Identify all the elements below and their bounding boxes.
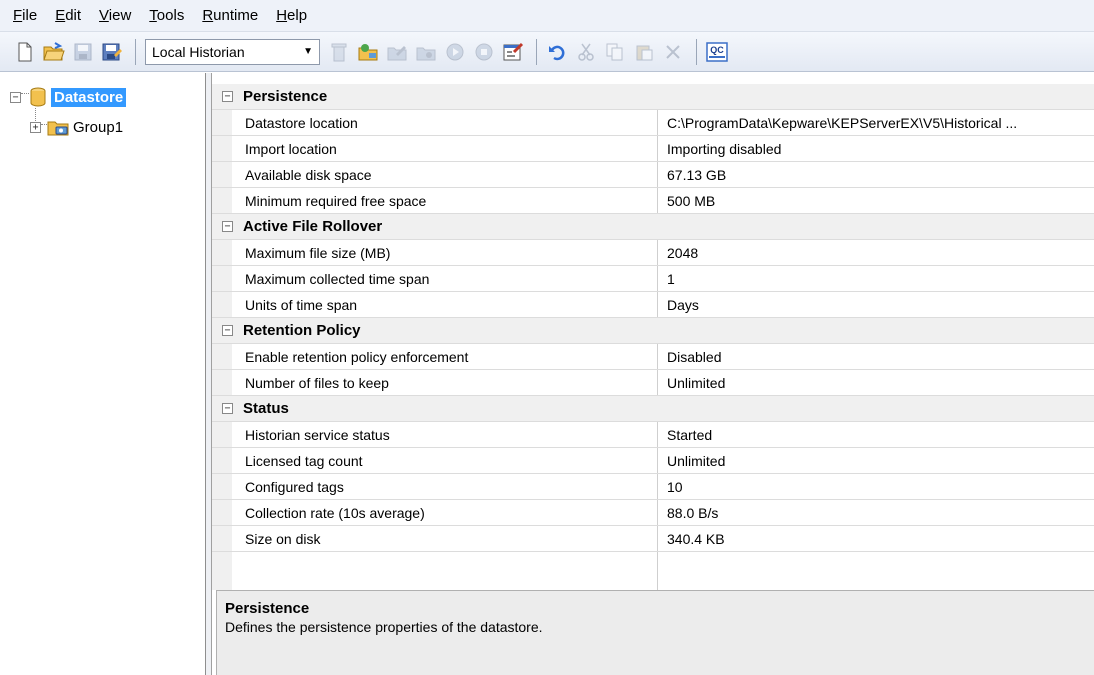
property-value[interactable]: Importing disabled bbox=[658, 136, 1094, 161]
property-value[interactable]: 340.4 KB bbox=[658, 526, 1094, 551]
property-row[interactable]: Collection rate (10s average) 88.0 B/s bbox=[212, 500, 1094, 526]
menu-runtime[interactable]: Runtime bbox=[193, 7, 267, 24]
property-row[interactable]: Configured tags 10 bbox=[212, 474, 1094, 500]
property-name: Minimum required free space bbox=[232, 188, 658, 213]
property-row[interactable]: Datastore location C:\ProgramData\Kepware… bbox=[212, 110, 1094, 136]
category-persistence[interactable]: − Persistence bbox=[212, 84, 1094, 110]
paste-icon[interactable] bbox=[631, 39, 657, 65]
stop-icon[interactable] bbox=[471, 39, 497, 65]
tree-label-datastore[interactable]: Datastore bbox=[51, 87, 127, 107]
save-as-icon[interactable] bbox=[99, 39, 125, 65]
database-icon bbox=[30, 87, 46, 107]
property-row[interactable]: Historian service status Started bbox=[212, 422, 1094, 448]
new-group-icon[interactable] bbox=[355, 39, 381, 65]
property-name: Enable retention policy enforcement bbox=[232, 344, 658, 369]
toolbar: Local Historian ▼ QC bbox=[0, 32, 1094, 72]
property-row[interactable]: Units of time span Days bbox=[212, 292, 1094, 318]
property-row[interactable]: Enable retention policy enforcement Disab… bbox=[212, 344, 1094, 370]
description-text: Defines the persistence properties of th… bbox=[225, 619, 543, 635]
property-name: Datastore location bbox=[232, 110, 658, 135]
cut-icon[interactable] bbox=[573, 39, 599, 65]
property-name: Available disk space bbox=[232, 162, 658, 187]
property-name: Collection rate (10s average) bbox=[232, 500, 658, 525]
property-value[interactable]: 67.13 GB bbox=[658, 162, 1094, 187]
property-row[interactable]: Minimum required free space 500 MB bbox=[212, 188, 1094, 214]
menu-edit[interactable]: Edit bbox=[46, 7, 90, 24]
property-value[interactable]: 88.0 B/s bbox=[658, 500, 1094, 525]
tree-node-datastore[interactable]: − Datastore bbox=[10, 87, 127, 107]
property-value[interactable]: Started bbox=[658, 422, 1094, 447]
property-row[interactable]: Import location Importing disabled bbox=[212, 136, 1094, 162]
property-value[interactable]: Disabled bbox=[658, 344, 1094, 369]
svg-text:QC: QC bbox=[710, 45, 724, 55]
property-value[interactable]: 10 bbox=[658, 474, 1094, 499]
menu-bar: File Edit View Tools Runtime Help bbox=[0, 0, 1094, 32]
collapse-icon[interactable]: − bbox=[222, 221, 233, 232]
property-row[interactable]: Number of files to keep Unlimited bbox=[212, 370, 1094, 396]
toolbar-separator bbox=[135, 38, 136, 65]
category-status[interactable]: − Status bbox=[212, 396, 1094, 422]
menu-tools[interactable]: Tools bbox=[140, 7, 193, 24]
collapse-icon[interactable]: − bbox=[222, 91, 233, 102]
save-icon[interactable] bbox=[70, 39, 96, 65]
open-icon[interactable] bbox=[41, 39, 67, 65]
property-row[interactable]: Size on disk 340.4 KB bbox=[212, 526, 1094, 552]
property-name: Maximum file size (MB) bbox=[232, 240, 658, 265]
group-folder-icon bbox=[47, 121, 69, 136]
property-value[interactable]: Days bbox=[658, 292, 1094, 317]
property-value[interactable]: C:\ProgramData\Kepware\KEPServerEX\V5\Hi… bbox=[658, 110, 1094, 135]
datastore-tree: − Datastore + Group1 bbox=[0, 73, 206, 675]
property-row[interactable]: Licensed tag count Unlimited bbox=[212, 448, 1094, 474]
property-name: Licensed tag count bbox=[232, 448, 658, 473]
menu-view[interactable]: View bbox=[90, 7, 140, 24]
delete-icon[interactable] bbox=[326, 39, 352, 65]
property-name: Historian service status bbox=[232, 422, 658, 447]
property-value[interactable]: Unlimited bbox=[658, 448, 1094, 473]
collapse-icon[interactable]: − bbox=[10, 91, 21, 103]
empty-grid-row bbox=[212, 552, 1094, 590]
toolbar-separator bbox=[696, 38, 697, 65]
property-description-panel: Persistence Defines the persistence prop… bbox=[216, 590, 1094, 675]
start-icon[interactable] bbox=[442, 39, 468, 65]
collapse-icon[interactable]: − bbox=[222, 325, 233, 336]
tree-label-group1[interactable]: Group1 bbox=[73, 119, 123, 136]
edit-icon[interactable] bbox=[384, 39, 410, 65]
category-retention-policy[interactable]: − Retention Policy bbox=[212, 318, 1094, 344]
tree-node-group1[interactable]: + Group1 bbox=[30, 118, 123, 136]
property-name: Number of files to keep bbox=[232, 370, 658, 395]
property-row[interactable]: Available disk space 67.13 GB bbox=[212, 162, 1094, 188]
collapse-icon[interactable]: − bbox=[222, 403, 233, 414]
property-name: Maximum collected time span bbox=[232, 266, 658, 291]
property-value[interactable]: Unlimited bbox=[658, 370, 1094, 395]
property-row[interactable]: Maximum collected time span 1 bbox=[212, 266, 1094, 292]
property-value[interactable]: 2048 bbox=[658, 240, 1094, 265]
property-name: Units of time span bbox=[232, 292, 658, 317]
expand-icon[interactable]: + bbox=[30, 121, 41, 133]
remove-icon[interactable] bbox=[660, 39, 686, 65]
menu-file[interactable]: File bbox=[4, 7, 46, 24]
copy-icon[interactable] bbox=[602, 39, 628, 65]
new-icon[interactable] bbox=[12, 39, 38, 65]
new-tag-icon[interactable] bbox=[413, 39, 439, 65]
toolbar-separator bbox=[536, 38, 537, 65]
menu-help[interactable]: Help bbox=[267, 7, 316, 24]
property-row[interactable]: Maximum file size (MB) 2048 bbox=[212, 240, 1094, 266]
description-title: Persistence bbox=[225, 600, 310, 617]
property-name: Import location bbox=[232, 136, 658, 161]
property-value[interactable]: 500 MB bbox=[658, 188, 1094, 213]
property-name: Size on disk bbox=[232, 526, 658, 551]
undo-icon[interactable] bbox=[544, 39, 570, 65]
chevron-down-icon: ▼ bbox=[303, 46, 313, 57]
property-grid: − Persistence Datastore location C:\Progr… bbox=[212, 84, 1094, 590]
property-value[interactable]: 1 bbox=[658, 266, 1094, 291]
property-name: Configured tags bbox=[232, 474, 658, 499]
quick-client-icon[interactable]: QC bbox=[704, 39, 730, 65]
category-active-file-rollover[interactable]: − Active File Rollover bbox=[212, 214, 1094, 240]
properties-icon[interactable] bbox=[500, 39, 526, 65]
project-select[interactable]: Local Historian ▼ bbox=[145, 38, 320, 65]
